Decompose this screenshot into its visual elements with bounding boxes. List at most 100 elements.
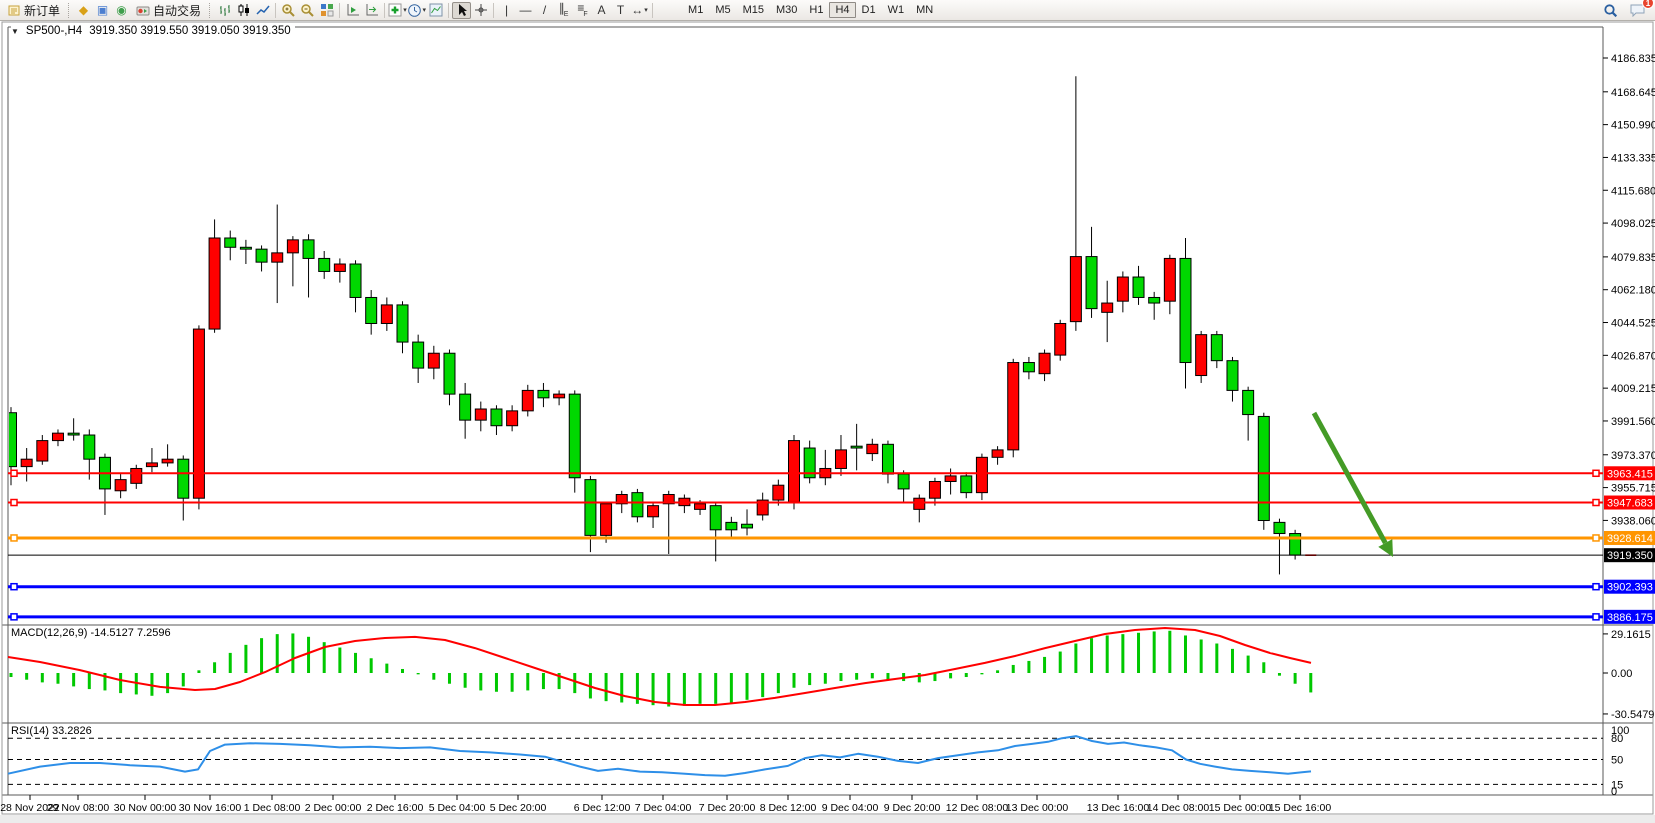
svg-text:29 Nov 08:00: 29 Nov 08:00	[47, 802, 110, 814]
search-icon[interactable]	[1601, 2, 1620, 19]
toolbar-grip	[68, 3, 71, 18]
charts-icon[interactable]: ◆	[74, 2, 93, 19]
trendline-icon[interactable]: /	[535, 2, 554, 19]
svg-text:3902.393: 3902.393	[1607, 582, 1653, 594]
svg-text:14 Dec 08:00: 14 Dec 08:00	[1147, 802, 1210, 814]
zoom-in-icon[interactable]	[279, 2, 298, 19]
svg-text:2 Dec 00:00: 2 Dec 00:00	[305, 802, 362, 814]
svg-text:0.00: 0.00	[1611, 668, 1632, 680]
svg-text:3955.715: 3955.715	[1611, 483, 1655, 495]
periods-icon[interactable]: ▾	[407, 2, 426, 19]
svg-text:13 Dec 16:00: 13 Dec 16:00	[1087, 802, 1150, 814]
svg-text:-30.5479: -30.5479	[1611, 709, 1654, 721]
arrows-icon[interactable]: ↔▾	[630, 2, 649, 19]
svg-text:3938.060: 3938.060	[1611, 515, 1655, 527]
svg-text:8 Dec 12:00: 8 Dec 12:00	[760, 802, 817, 814]
fibonacci-icon[interactable]: ≡F	[573, 2, 592, 19]
toolbar-separator	[493, 3, 494, 18]
text-icon[interactable]: A	[592, 2, 611, 19]
chart-canvas[interactable]: 3963.415 3947.683 3928.614 3919.350 3902.393…	[0, 0, 1655, 823]
svg-text:3991.560: 3991.560	[1611, 416, 1655, 428]
navigator-icon[interactable]: ◉	[112, 2, 131, 19]
svg-text:4062.180: 4062.180	[1611, 285, 1655, 297]
line-chart-icon[interactable]	[253, 2, 272, 19]
toolbar-separator	[339, 3, 340, 18]
templates-icon[interactable]	[426, 2, 445, 19]
svg-text:29.1615: 29.1615	[1611, 629, 1651, 641]
text-label-icon[interactable]: T	[611, 2, 630, 19]
crosshair-icon[interactable]	[471, 2, 490, 19]
svg-text:3963.415: 3963.415	[1607, 468, 1653, 480]
svg-text:9 Dec 04:00: 9 Dec 04:00	[822, 802, 879, 814]
svg-text:3973.370: 3973.370	[1611, 450, 1655, 462]
svg-text:80: 80	[1611, 733, 1623, 745]
svg-text:15 Dec 00:00: 15 Dec 00:00	[1209, 802, 1272, 814]
svg-text:3886.175: 3886.175	[1607, 612, 1653, 624]
svg-text:5 Dec 04:00: 5 Dec 04:00	[429, 802, 486, 814]
toolbar-right: 1	[1601, 2, 1652, 19]
svg-text:7 Dec 20:00: 7 Dec 20:00	[699, 802, 756, 814]
svg-text:4150.990: 4150.990	[1611, 120, 1655, 132]
svg-text:12 Dec 08:00: 12 Dec 08:00	[946, 802, 1009, 814]
horizontal-line-icon[interactable]: —	[516, 2, 535, 19]
timeframe-w1[interactable]: W1	[882, 2, 911, 18]
svg-text:0: 0	[1611, 786, 1617, 798]
svg-text:4186.835: 4186.835	[1611, 53, 1655, 65]
svg-text:4098.025: 4098.025	[1611, 218, 1655, 230]
svg-text:4044.525: 4044.525	[1611, 318, 1655, 330]
svg-text:1 Dec 08:00: 1 Dec 08:00	[244, 802, 301, 814]
vertical-line-icon[interactable]: |	[497, 2, 516, 19]
price-axis: 4186.835 4168.645 4150.990 4133.335 4115.680…	[1603, 53, 1655, 527]
toolbar-grip	[209, 3, 212, 18]
toolbar-separator	[275, 3, 276, 18]
svg-text:6 Dec 12:00: 6 Dec 12:00	[574, 802, 631, 814]
symbol-label: SP500-,H4	[26, 25, 82, 37]
chart-title: ▼ SP500-,H4 3919.350 3919.550 3919.050 3…	[11, 25, 295, 37]
svg-text:7 Dec 04:00: 7 Dec 04:00	[635, 802, 692, 814]
svg-text:3919.350: 3919.350	[1607, 550, 1653, 562]
timeframe-m15[interactable]: M15	[737, 2, 770, 18]
svg-text:4009.215: 4009.215	[1611, 383, 1655, 395]
notifications-icon[interactable]: 1	[1630, 3, 1646, 17]
auto-scroll-icon[interactable]	[343, 2, 362, 19]
svg-text:13 Dec 00:00: 13 Dec 00:00	[1006, 802, 1069, 814]
svg-text:4026.870: 4026.870	[1611, 350, 1655, 362]
svg-text:9 Dec 20:00: 9 Dec 20:00	[884, 802, 941, 814]
svg-text:30 Nov 16:00: 30 Nov 16:00	[179, 802, 242, 814]
svg-text:4168.645: 4168.645	[1611, 87, 1655, 99]
zoom-out-icon[interactable]	[298, 2, 317, 19]
chart-menu-icon[interactable]: ▼	[11, 27, 19, 36]
timeframe-m30[interactable]: M30	[770, 2, 803, 18]
timeframe-d1[interactable]: D1	[856, 2, 882, 18]
timeframe-h1[interactable]: H1	[803, 2, 829, 18]
svg-text:3947.683: 3947.683	[1607, 498, 1653, 510]
tile-windows-icon[interactable]	[317, 2, 336, 19]
equidistant-channel-icon[interactable]: ∥E	[554, 2, 573, 19]
svg-text:4115.680: 4115.680	[1611, 185, 1655, 197]
timeframe-m5[interactable]: M5	[709, 2, 736, 18]
svg-text:4133.335: 4133.335	[1611, 152, 1655, 164]
candlestick-chart-icon[interactable]	[234, 2, 253, 19]
indicators-icon[interactable]: ▾	[388, 2, 407, 19]
timeframe-h4[interactable]: H4	[829, 2, 855, 18]
toolbar-buttons: 新订单 ◆▣◉自动交易 ▾▾ |—/∥E≡FAT↔▾	[3, 1, 682, 20]
svg-text:2 Dec 16:00: 2 Dec 16:00	[367, 802, 424, 814]
svg-text:4079.835: 4079.835	[1611, 252, 1655, 264]
toolbar-separator	[448, 3, 449, 18]
bar-chart-icon[interactable]	[215, 2, 234, 19]
ohlc-readout: 3919.350 3919.550 3919.050 3919.350	[89, 25, 290, 37]
toolbar-separator	[652, 3, 653, 18]
macd-indicator-label: MACD(12,26,9) -14.5127 7.2596	[11, 627, 171, 639]
cursor-icon[interactable]	[452, 2, 471, 19]
svg-text:15 Dec 16:00: 15 Dec 16:00	[1269, 802, 1332, 814]
rsi-indicator-label: RSI(14) 33.2826	[11, 725, 92, 737]
autotrading-button[interactable]: 自动交易	[131, 1, 206, 20]
timeframe-mn[interactable]: MN	[910, 2, 939, 18]
timeframe-m1[interactable]: M1	[682, 2, 709, 18]
svg-text:50: 50	[1611, 755, 1623, 767]
svg-text:3928.614: 3928.614	[1607, 533, 1653, 545]
timeframe-bar: M1M5M15M30H1H4D1W1MN	[682, 2, 939, 18]
data-window-icon[interactable]: ▣	[93, 2, 112, 19]
new-order-button[interactable]: 新订单	[3, 1, 65, 20]
chart-shift-icon[interactable]	[362, 2, 381, 19]
